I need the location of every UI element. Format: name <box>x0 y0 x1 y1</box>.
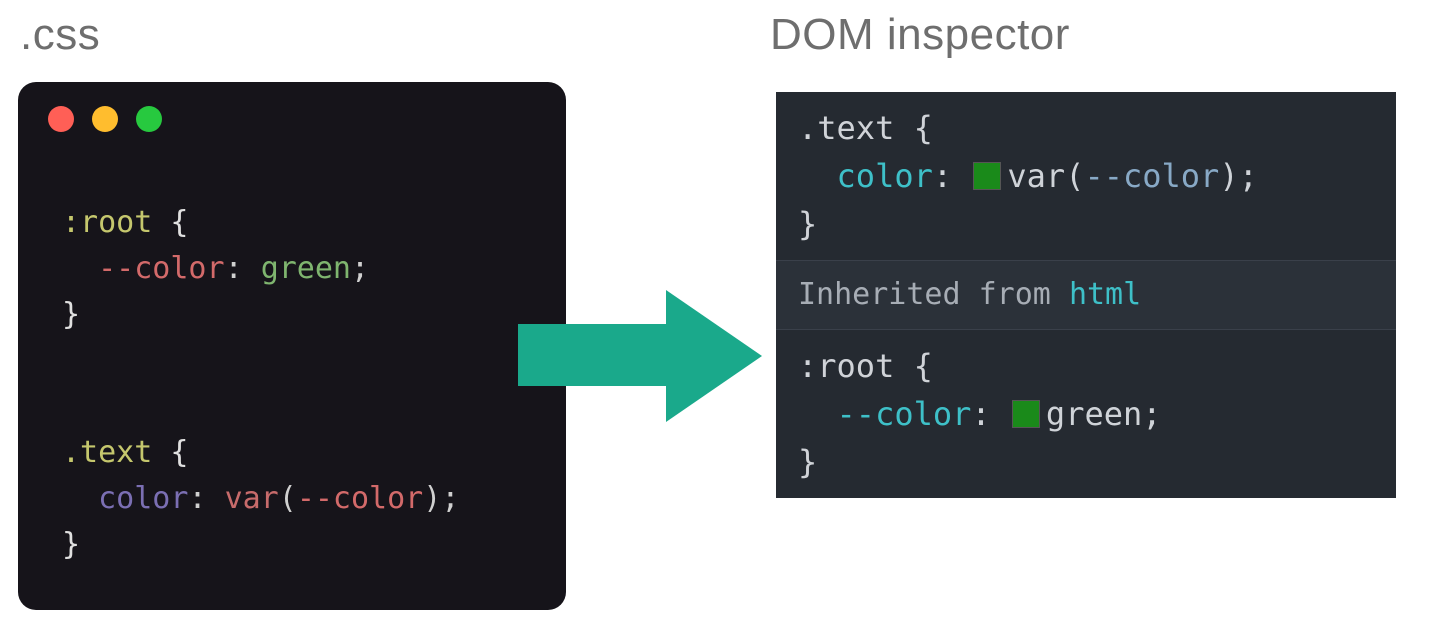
window-controls <box>48 106 162 132</box>
colon: : <box>188 481 206 516</box>
ins-value-green: green <box>1046 395 1142 433</box>
ins-prop-color: color <box>837 157 933 195</box>
ins-func-var: var <box>1007 157 1065 195</box>
brace-close: } <box>798 443 817 481</box>
colon: : <box>971 395 990 433</box>
inspector-rule-text[interactable]: .text { color: var(--color); } <box>776 92 1396 260</box>
dom-inspector-panel: .text { color: var(--color); } Inherited… <box>776 92 1396 498</box>
minimize-dot-icon[interactable] <box>92 106 118 132</box>
css-editor-window: :root { --color: green; } .text { color:… <box>18 82 566 610</box>
color-swatch-icon[interactable] <box>973 162 1001 190</box>
brace-close: } <box>62 297 80 332</box>
brace-open: { <box>170 435 188 470</box>
colon: : <box>225 251 243 286</box>
lparen: ( <box>279 481 297 516</box>
lparen: ( <box>1065 157 1084 195</box>
semicolon: ; <box>351 251 369 286</box>
css-property-color: color <box>98 481 188 516</box>
zoom-dot-icon[interactable] <box>136 106 162 132</box>
brace-open: { <box>914 347 933 385</box>
css-custom-prop: --color <box>98 251 224 286</box>
css-heading: .css <box>20 10 100 60</box>
ins-var-arg: --color <box>1084 157 1219 195</box>
arrow-icon <box>518 290 778 418</box>
brace-close: } <box>798 205 817 243</box>
css-code-block: :root { --color: green; } .text { color:… <box>62 200 459 568</box>
semicolon: ; <box>1239 157 1258 195</box>
semicolon: ; <box>1142 395 1161 433</box>
css-value-green: green <box>261 251 351 286</box>
inherited-separator: Inherited from html <box>776 260 1396 330</box>
color-swatch-icon[interactable] <box>1012 400 1040 428</box>
ins-selector-root: :root <box>798 347 894 385</box>
brace-open: { <box>170 205 188 240</box>
inspector-heading: DOM inspector <box>770 10 1070 60</box>
rparen: ) <box>423 481 441 516</box>
inherited-label: Inherited from <box>798 277 1051 312</box>
css-func-var: var <box>225 481 279 516</box>
brace-close: } <box>62 527 80 562</box>
css-var-ref: --color <box>297 481 423 516</box>
close-dot-icon[interactable] <box>48 106 74 132</box>
rparen: ) <box>1219 157 1238 195</box>
ins-selector-text: .text <box>798 109 894 147</box>
ins-custom-prop: --color <box>837 395 972 433</box>
inherited-from-element[interactable]: html <box>1069 277 1141 312</box>
selector-text: .text <box>62 435 152 470</box>
brace-open: { <box>914 109 933 147</box>
inspector-rule-root[interactable]: :root { --color: green; } <box>776 330 1396 498</box>
colon: : <box>933 157 952 195</box>
semicolon: ; <box>441 481 459 516</box>
selector-root: :root <box>62 205 152 240</box>
